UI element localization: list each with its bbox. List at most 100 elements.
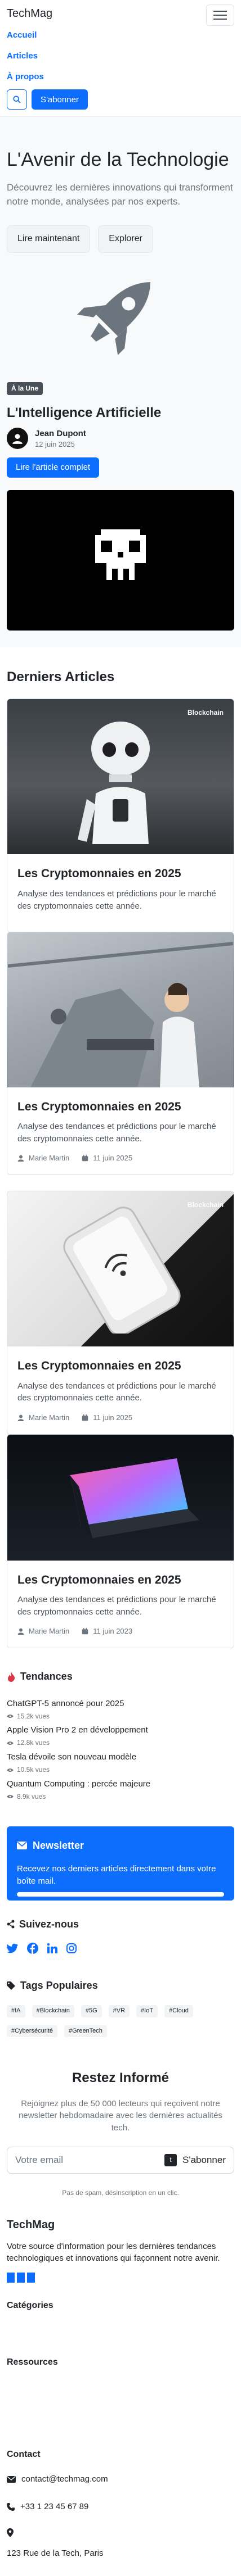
brand-logo[interactable]: TechMag <box>7 6 234 21</box>
footer-brand: TechMag <box>7 2218 55 2231</box>
phone-icon <box>7 2502 15 2511</box>
featured-title[interactable]: L'Intelligence Artificielle Révolutionne… <box>7 405 234 422</box>
rocket-illustration <box>7 264 234 360</box>
article-card[interactable]: Blockchain Les Cryptomonnaies en 2025 An… <box>7 1191 234 1435</box>
calendar-icon <box>82 1628 88 1635</box>
envelope-icon <box>7 2475 16 2483</box>
twitter-icon[interactable] <box>7 1943 18 1953</box>
eye-icon <box>7 1741 14 1745</box>
trend-title[interactable]: ChatGPT-5 annoncé pour 2025 <box>7 1698 234 1709</box>
instagram-icon[interactable] <box>66 1943 77 1954</box>
menu-toggle-button[interactable] <box>206 4 234 26</box>
nav-actions: S'abonner <box>7 89 234 110</box>
article-meta: Marie Martin 11 juin 2025 <box>17 1153 224 1163</box>
laptop-illustration <box>70 1458 199 1538</box>
article-card[interactable]: Les Cryptomonnaies en 2025 Analyse des t… <box>7 1434 234 1649</box>
read-full-article-button[interactable]: Lire l'article complet <box>7 457 100 478</box>
fire-icon <box>8 1672 15 1682</box>
footer-description: Votre source d'information pour les dern… <box>7 2241 220 2264</box>
article-excerpt: Analyse des tendances et prédictions pou… <box>17 888 216 911</box>
author-date: 12 juin 2025 <box>35 439 75 448</box>
trend-title[interactable]: Tesla dévoile son nouveau modèle <box>7 1751 234 1763</box>
tag-item[interactable]: #IA <box>7 2005 25 2017</box>
laptop-image <box>7 1434 234 1561</box>
article-title[interactable]: Les Cryptomonnaies en 2025 <box>17 1358 224 1374</box>
subscribe-form: Votre email t S'abonner <box>7 2146 234 2174</box>
envelope-icon <box>17 1842 27 1850</box>
eye-icon <box>7 1715 14 1718</box>
trend-title[interactable]: Quantum Computing : percée majeure <box>7 1778 234 1790</box>
tag-item[interactable]: #Cybersécurité <box>7 2025 57 2038</box>
trend-item[interactable]: Quantum Computing : percée majeure 8.9k … <box>7 1778 234 1802</box>
tags-section: Tags Populaires #IA #Blockchain #5G #VR … <box>0 1954 241 2038</box>
text-icon: t <box>164 2153 177 2166</box>
trend-item[interactable]: Tesla dévoile son nouveau modèle 10.5k v… <box>7 1751 234 1775</box>
payment-terminal-illustration <box>63 1207 181 1334</box>
featured-author: Jean Dupont 12 juin 2025 <box>7 428 234 450</box>
newsletter-input-field[interactable] <box>17 1892 224 1897</box>
robot-image: Blockchain <box>7 699 234 855</box>
user-icon <box>17 1628 24 1635</box>
article-excerpt: Analyse des tendances et prédictions pou… <box>17 1595 216 1617</box>
navbar: TechMag Accueil Articles À propos S'abon… <box>0 0 241 117</box>
article-date: 11 juin 2025 <box>93 1154 133 1163</box>
read-now-button[interactable]: Lire maintenant <box>7 225 91 253</box>
nav-link-articles[interactable]: Articles <box>7 50 234 62</box>
tags-title: Tags Populaires <box>20 1980 98 1992</box>
author-name: Jean Dupont <box>35 428 86 438</box>
social-square[interactable] <box>17 2273 25 2283</box>
trends-section: Tendances ChatGPT-5 annoncé pour 2025 15… <box>0 1648 241 1801</box>
article-card[interactable]: Blockchain Les Cryptomonnaies en 2025 An… <box>7 699 234 932</box>
tag-item[interactable]: #GreenTech <box>64 2025 107 2038</box>
trend-views: 8.9k vues <box>17 1793 46 1801</box>
tag-item[interactable]: #VR <box>108 2005 130 2017</box>
eye-icon <box>7 1795 14 1799</box>
social-square[interactable] <box>7 2273 15 2283</box>
category-label: Blockchain <box>187 709 224 717</box>
explore-button[interactable]: Explorer <box>98 225 153 253</box>
nav-link-about[interactable]: À propos <box>7 71 234 83</box>
social-links <box>7 1943 234 1954</box>
lab-illustration <box>8 932 233 1087</box>
spam-note: Pas de spam, désinscription en un clic. <box>62 2188 179 2197</box>
hero-title: L'Avenir de la Technologie <box>7 149 229 170</box>
calendar-icon <box>82 1155 88 1162</box>
tag-item[interactable]: #Cloud <box>164 2005 193 2017</box>
search-icon <box>13 96 21 103</box>
trend-item[interactable]: ChatGPT-5 annoncé pour 2025 15.2k vues <box>7 1698 234 1721</box>
contact-email[interactable]: contact@techmag.com <box>21 2473 108 2485</box>
category-label: Blockchain <box>187 1201 224 1209</box>
article-title[interactable]: Les Cryptomonnaies en 2025 <box>17 865 224 882</box>
location-icon <box>7 2528 14 2538</box>
tag-list: #IA #Blockchain #5G #VR #IoT #Cloud #Cyb… <box>7 2005 234 2038</box>
hamburger-icon <box>213 11 227 12</box>
subscribe-button[interactable]: S'abonner <box>182 2153 226 2167</box>
follow-title: Suivez-nous <box>19 1918 79 1930</box>
contact-phone[interactable]: +33 1 23 45 67 89 <box>20 2501 88 2512</box>
trend-title[interactable]: Apple Vision Pro 2 en développement <box>7 1724 234 1736</box>
footer: TechMag Votre source d'information pour … <box>0 2198 241 2576</box>
nav-link-home[interactable]: Accueil <box>7 29 234 41</box>
follow-section: Suivez-nous <box>0 1901 241 1954</box>
article-card[interactable]: Les Cryptomonnaies en 2025 Analyse des t… <box>7 931 234 1176</box>
subscribe-nav-button[interactable]: S'abonner <box>32 89 88 110</box>
tag-item[interactable]: #IoT <box>136 2005 158 2017</box>
stay-informed-section: Restez Informé Rejoignez plus de 50 000 … <box>0 2037 241 2198</box>
linkedin-icon[interactable] <box>47 1943 57 1954</box>
lab-image <box>7 932 234 1087</box>
trend-views: 15.2k vues <box>17 1712 50 1720</box>
social-square[interactable] <box>27 2273 35 2283</box>
rocket-icon <box>77 282 150 355</box>
facebook-icon[interactable] <box>27 1943 38 1954</box>
article-title[interactable]: Les Cryptomonnaies en 2025 <box>17 1099 224 1115</box>
newsletter-text: Recevez nos derniers articles directemen… <box>17 1864 216 1886</box>
tag-item[interactable]: #5G <box>81 2005 102 2017</box>
user-icon <box>17 1155 24 1162</box>
article-title[interactable]: Les Cryptomonnaies en 2025 <box>17 1572 224 1588</box>
trend-item[interactable]: Apple Vision Pro 2 en développement 12.8… <box>7 1724 234 1748</box>
tag-item[interactable]: #Blockchain <box>32 2005 74 2017</box>
email-input[interactable]: Votre email <box>15 2153 159 2167</box>
search-button[interactable] <box>7 89 27 110</box>
newsletter-box: Newsletter Recevez nos derniers articles… <box>7 1826 234 1901</box>
avatar <box>7 428 28 450</box>
